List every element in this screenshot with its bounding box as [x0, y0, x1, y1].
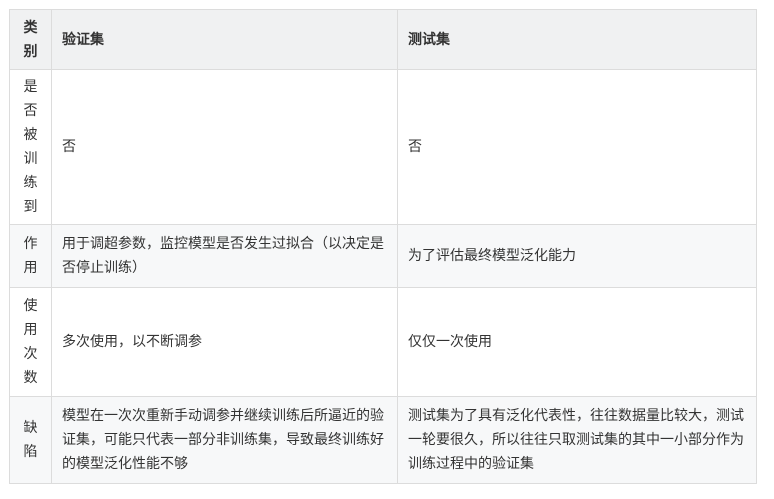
- row-category-label: 缺陷: [23, 420, 38, 460]
- header-test: 测试集: [397, 9, 757, 70]
- header-category-label: 类别: [23, 19, 38, 60]
- test-cell: 测试集为了具有泛化代表性，往往数据量比较大，测试一轮要很久，所以往往只取测试集的…: [397, 396, 757, 484]
- comparison-table-container: 类别 验证集 测试集 是否被训练到 否 否 作用 用于调超参数，监控模型是否发生…: [9, 9, 757, 484]
- validation-cell: 模型在一次次重新手动调参并继续训练后所逼近的验证集，可能只代表一部分非训练集，导…: [51, 396, 398, 484]
- row-category-cell: 使用次数: [9, 287, 52, 397]
- validation-cell: 否: [51, 69, 398, 225]
- validation-cell: 用于调超参数，监控模型是否发生过拟合（以决定是否停止训练）: [51, 224, 398, 288]
- table-row: 使用次数 多次使用，以不断调参 仅仅一次使用: [9, 287, 757, 397]
- test-cell: 为了评估最终模型泛化能力: [397, 224, 757, 288]
- table-row: 作用 用于调超参数，监控模型是否发生过拟合（以决定是否停止训练） 为了评估最终模…: [9, 224, 757, 288]
- comparison-table: 类别 验证集 测试集 是否被训练到 否 否 作用 用于调超参数，监控模型是否发生…: [9, 9, 757, 484]
- table-body: 是否被训练到 否 否 作用 用于调超参数，监控模型是否发生过拟合（以决定是否停止…: [9, 69, 757, 484]
- table-row: 缺陷 模型在一次次重新手动调参并继续训练后所逼近的验证集，可能只代表一部分非训练…: [9, 396, 757, 484]
- row-category-label: 是否被训练到: [23, 79, 38, 215]
- validation-cell: 多次使用，以不断调参: [51, 287, 398, 397]
- header-category: 类别: [9, 9, 52, 70]
- test-cell: 仅仅一次使用: [397, 287, 757, 397]
- header-validation: 验证集: [51, 9, 398, 70]
- table-header: 类别 验证集 测试集: [9, 9, 757, 70]
- row-category-cell: 缺陷: [9, 396, 52, 484]
- row-category-label: 使用次数: [23, 298, 38, 386]
- row-category-label: 作用: [23, 236, 38, 276]
- row-category-cell: 作用: [9, 224, 52, 288]
- table-row: 是否被训练到 否 否: [9, 69, 757, 225]
- header-row: 类别 验证集 测试集: [9, 9, 757, 70]
- row-category-cell: 是否被训练到: [9, 69, 52, 225]
- test-cell: 否: [397, 69, 757, 225]
